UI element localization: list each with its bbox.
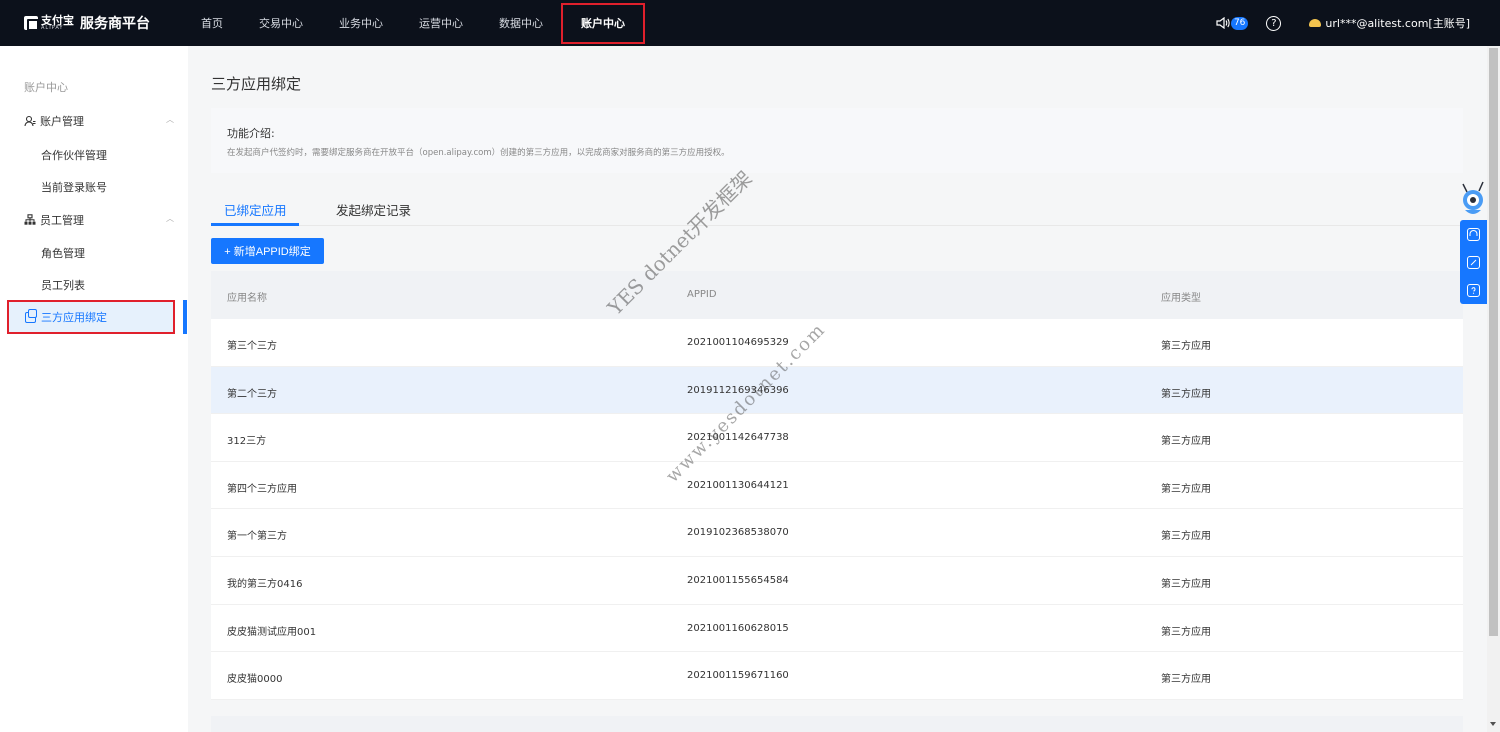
- tab-active-indicator: [211, 223, 299, 226]
- sidebar-item-role-management[interactable]: 角色管理: [41, 245, 85, 261]
- sidebar-group-staff-management[interactable]: 员工管理 ︿: [24, 212, 174, 228]
- chevron-up-icon: ︿: [166, 214, 174, 223]
- assistant-robot-icon[interactable]: [1457, 180, 1489, 222]
- chevron-up-icon: ︿: [166, 115, 174, 124]
- scrollbar-thumb[interactable]: [1489, 48, 1498, 636]
- copy-icon: [25, 308, 37, 323]
- feature-intro-box: 功能介绍: 在发起商户代签约时，需要绑定服务商在开放平台（open.alipay…: [211, 108, 1463, 173]
- top-navigation-bar: 支付宝 ALIPAY 服务商平台 首页 交易中心 业务中心 运营中心 数据中心 …: [0, 0, 1500, 46]
- assistant-toolbar: [1460, 220, 1487, 304]
- active-indicator: [183, 300, 187, 334]
- notification-badge: 76: [1230, 16, 1249, 30]
- sidebar-group-label: 账户管理: [40, 115, 84, 128]
- top-right-tools: 76 ? url***@alitest.com[主账号]: [1216, 0, 1470, 46]
- column-header-app-name: 应用名称: [227, 293, 267, 304]
- cell-app-type: 第三方应用: [1161, 578, 1211, 590]
- cell-appid: 2021001160628015: [687, 622, 789, 634]
- cell-app-type: 第三方应用: [1161, 483, 1211, 495]
- nav-operation-center[interactable]: 运营中心: [401, 0, 481, 46]
- sidebar-item-current-login-account[interactable]: 当前登录账号: [41, 179, 107, 195]
- table-row[interactable]: 皮皮猫测试应用001 2021001160628015 第三方应用: [211, 604, 1463, 653]
- column-header-appid: APPID: [687, 289, 717, 300]
- column-header-app-type: 应用类型: [1161, 293, 1201, 304]
- help-icon[interactable]: ?: [1266, 15, 1282, 31]
- alipay-mark-icon: [24, 16, 39, 31]
- cell-appid: 2019102368538070: [687, 527, 789, 539]
- nav-account-center[interactable]: 账户中心: [561, 2, 645, 44]
- user-avatar-icon: [1309, 19, 1322, 27]
- cell-appid: 2019112169346396: [687, 384, 789, 396]
- nav-data-center[interactable]: 数据中心: [481, 0, 561, 46]
- table-row[interactable]: 312三方 2021001142647738 第三方应用: [211, 414, 1463, 462]
- vertical-scrollbar[interactable]: [1487, 46, 1500, 732]
- cell-app-type: 第三方应用: [1161, 341, 1211, 352]
- cell-app-type: 第三方应用: [1161, 388, 1211, 400]
- cell-app-name: 第一个第三方: [227, 531, 287, 543]
- sidebar-item-partner-management[interactable]: 合作伙伴管理: [41, 147, 107, 163]
- question-chat-icon[interactable]: [1467, 283, 1480, 297]
- bound-apps-table: 应用名称 APPID 应用类型 第三个三方 2021001104695329 第…: [211, 271, 1463, 700]
- table-footer: [211, 716, 1463, 732]
- cell-app-type: 第三方应用: [1161, 436, 1211, 448]
- alipay-logo: 支付宝 ALIPAY: [24, 13, 74, 33]
- nav-business-center[interactable]: 业务中心: [321, 0, 401, 46]
- nav-transaction-center[interactable]: 交易中心: [241, 0, 321, 46]
- sidebar-group-account-management[interactable]: 账户管理 ︿: [24, 113, 174, 129]
- sidebar-item-staff-list[interactable]: 员工列表: [41, 277, 85, 293]
- cell-app-type: 第三方应用: [1161, 626, 1211, 638]
- speaker-icon: [1216, 17, 1230, 29]
- scroll-down-arrow-icon[interactable]: [1490, 722, 1496, 726]
- user-account-menu[interactable]: url***@alitest.com[主账号]: [1309, 15, 1470, 31]
- cell-app-name: 我的第三方0416: [227, 578, 303, 590]
- user-account-label: url***@alitest.com[主账号]: [1325, 17, 1470, 30]
- sidebar: 账户中心 账户管理 ︿ 合作伙伴管理 当前登录账号 员工管理 ︿ 角色管理 员工…: [0, 46, 188, 732]
- sidebar-title: 账户中心: [24, 81, 68, 94]
- cell-appid: 2021001142647738: [687, 432, 789, 444]
- cell-appid: 2021001130644121: [687, 479, 789, 491]
- sidebar-item-label: 三方应用绑定: [41, 311, 107, 324]
- logo-en-text: ALIPAY: [41, 25, 64, 31]
- cell-app-name: 第二个三方: [227, 388, 277, 400]
- org-chart-icon: [24, 214, 36, 226]
- notification-button[interactable]: 76: [1216, 16, 1249, 30]
- cell-app-type: 第三方应用: [1161, 531, 1211, 543]
- account-icon: [24, 115, 36, 127]
- cell-app-name: 第三个三方: [227, 341, 277, 352]
- cell-appid: 2021001155654584: [687, 574, 789, 586]
- tabs: 已绑定应用 发起绑定记录: [211, 190, 1463, 226]
- table-row[interactable]: 第四个三方应用 2021001130644121 第三方应用: [211, 461, 1463, 510]
- table-row[interactable]: 我的第三方0416 2021001155654584 第三方应用: [211, 556, 1463, 605]
- headset-icon[interactable]: [1467, 227, 1480, 241]
- table-row[interactable]: 第三个三方 2021001104695329 第三方应用: [211, 319, 1463, 367]
- tab-binding-records[interactable]: 发起绑定记录: [336, 200, 411, 219]
- brand-name: 服务商平台: [80, 16, 150, 32]
- tab-bound-apps[interactable]: 已绑定应用: [224, 200, 287, 219]
- cell-app-name: 312三方: [227, 436, 267, 448]
- sidebar-item-third-party-app-binding[interactable]: 三方应用绑定: [7, 300, 175, 334]
- sidebar-group-label: 员工管理: [40, 214, 84, 227]
- brand[interactable]: 支付宝 ALIPAY 服务商平台: [0, 0, 183, 46]
- page-title: 三方应用绑定: [211, 75, 302, 93]
- cell-app-name: 皮皮猫0000: [227, 674, 283, 686]
- cell-app-type: 第三方应用: [1161, 674, 1211, 686]
- table-header: 应用名称 APPID 应用类型: [211, 271, 1463, 319]
- cell-appid: 2021001104695329: [687, 337, 789, 348]
- top-nav: 首页 交易中心 业务中心 运营中心 数据中心 账户中心: [183, 0, 645, 46]
- table-row[interactable]: 第二个三方 2019112169346396 第三方应用: [211, 366, 1463, 415]
- nav-home[interactable]: 首页: [183, 0, 241, 46]
- cell-app-name: 第四个三方应用: [227, 483, 297, 495]
- edit-feedback-icon[interactable]: [1467, 255, 1480, 269]
- add-appid-binding-button[interactable]: + 新增APPID绑定: [211, 238, 324, 264]
- cell-app-name: 皮皮猫测试应用001: [227, 626, 317, 638]
- intro-title: 功能介绍:: [227, 127, 275, 140]
- cell-appid: 2021001159671160: [687, 670, 789, 682]
- table-row[interactable]: 皮皮猫0000 2021001159671160 第三方应用: [211, 652, 1463, 700]
- intro-text: 在发起商户代签约时，需要绑定服务商在开放平台（open.alipay.com）创…: [227, 148, 730, 158]
- table-row[interactable]: 第一个第三方 2019102368538070 第三方应用: [211, 509, 1463, 557]
